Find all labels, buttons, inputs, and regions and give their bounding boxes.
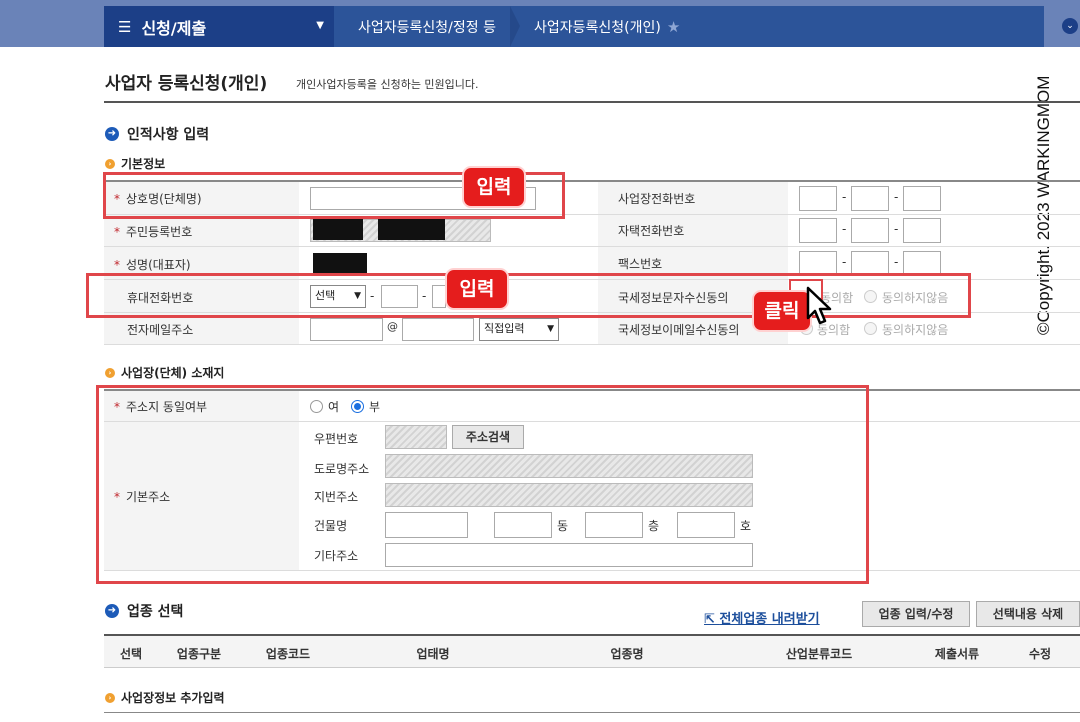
dash: - [894,222,899,236]
col-documents: 제출서류 [934,647,980,661]
email-label: 전자메일주소 [127,323,194,337]
biz-phone-1[interactable] [799,186,837,211]
email-domain-select[interactable]: 직접입력 ▼ [479,318,559,341]
redaction-bar [378,219,445,240]
home-phone-1[interactable] [799,218,837,243]
biz-phone-2[interactable] [851,186,889,211]
email-disagree-text: 동의하지않음 [882,323,949,337]
row-divider [104,246,1080,247]
redaction-bar [313,219,363,240]
home-phone-3[interactable] [903,218,941,243]
breadcrumb-item-1[interactable]: 사업자등록신청/정정 등 [334,6,510,47]
section-personal-heading: ➜ 인적사항 입력 [105,124,209,144]
table-top-border [104,712,1080,713]
annotation-input-2: 입력 [445,268,509,310]
top-navigation: ☰ 신청/제출 ▼ 사업자등록신청/정정 등 사업자등록신청(개인) ★ ⌄ [0,0,1080,47]
col-industry-name: 업종명 [610,647,644,661]
dash: - [842,222,847,236]
home-phone-2[interactable] [851,218,889,243]
arrow-right-icon: ➜ [105,604,119,618]
highlight-address [96,385,869,584]
home-phone-label: 자택전화번호 [618,224,685,238]
arrow-right-icon: ➜ [105,127,119,141]
rrn-label: * 주민등록번호 [114,225,193,239]
email-consent-label: 국세정보이메일수신동의 [618,323,740,337]
menu-dropdown[interactable]: ☰ 신청/제출 ▼ [104,6,334,47]
col-industry-class: 산업분류코드 [785,647,853,661]
dash: - [842,255,847,269]
caret-down-icon: ▼ [316,20,324,31]
dash: - [894,255,899,269]
page-subtitle: 개인사업자등록을 신청하는 민원입니다. [296,78,479,91]
annotation-input-1: 입력 [462,166,526,208]
email-domain-input[interactable] [402,318,474,341]
breadcrumb: 사업자등록신청/정정 등 사업자등록신청(개인) ★ [334,6,1044,47]
dash: - [894,190,899,204]
arrow-right-icon: › [105,692,115,703]
redaction-bar [313,253,367,274]
at-sign: @ [387,320,398,333]
delete-selection-button[interactable]: 선택내용 삭제 [976,601,1080,627]
industry-input-button[interactable]: 업종 입력/수정 [862,601,970,627]
page-title: 사업자 등록신청(개인) [105,74,268,94]
section-extra-heading: › 사업장정보 추가입력 [105,689,225,706]
biz-phone-label: 사업장전화번호 [618,192,696,206]
download-icon: ⇱ [704,612,720,627]
arrow-right-icon: › [105,367,115,378]
menu-title: 신청/제출 [141,18,207,38]
hamburger-icon: ☰ [118,17,132,36]
row-divider [104,344,1080,345]
fax-label: 팩스번호 [618,257,663,271]
email-id-input[interactable] [310,318,383,341]
col-edit: 수정 [1028,647,1052,661]
industry-table-header: 선택 업종구분 업종코드 업태명 업종명 산업분류코드 제출서류 수정 [104,634,1080,668]
col-business-name: 업태명 [416,647,450,661]
download-industries-link[interactable]: ⇱ 전체업종 내려받기 [704,608,820,627]
chevron-down-icon[interactable]: ⌄ [1062,18,1078,34]
star-icon[interactable]: ★ [667,18,680,36]
mouse-cursor-icon [806,286,832,325]
section-industry-heading: ➜ 업종 선택 [105,601,183,621]
arrow-right-icon: › [105,158,115,169]
highlight-contact-row [86,273,971,318]
breadcrumb-item-2[interactable]: 사업자등록신청(개인) ★ [509,6,694,47]
col-code: 업종코드 [265,647,311,661]
section-location-heading: › 사업장(단체) 소재지 [105,364,224,381]
col-select: 선택 [119,647,143,661]
dash: - [842,190,847,204]
title-divider [104,101,1080,103]
section-basic-heading: › 기본정보 [105,155,165,172]
copyright-watermark: ©Copyright. 2023 WARKINGMOM [1034,75,1053,335]
name-label: * 성명(대표자) [114,258,191,272]
annotation-click: 클릭 [752,290,812,332]
email-disagree-radio[interactable] [864,322,877,335]
biz-phone-3[interactable] [903,186,941,211]
col-type: 업종구분 [176,647,222,661]
